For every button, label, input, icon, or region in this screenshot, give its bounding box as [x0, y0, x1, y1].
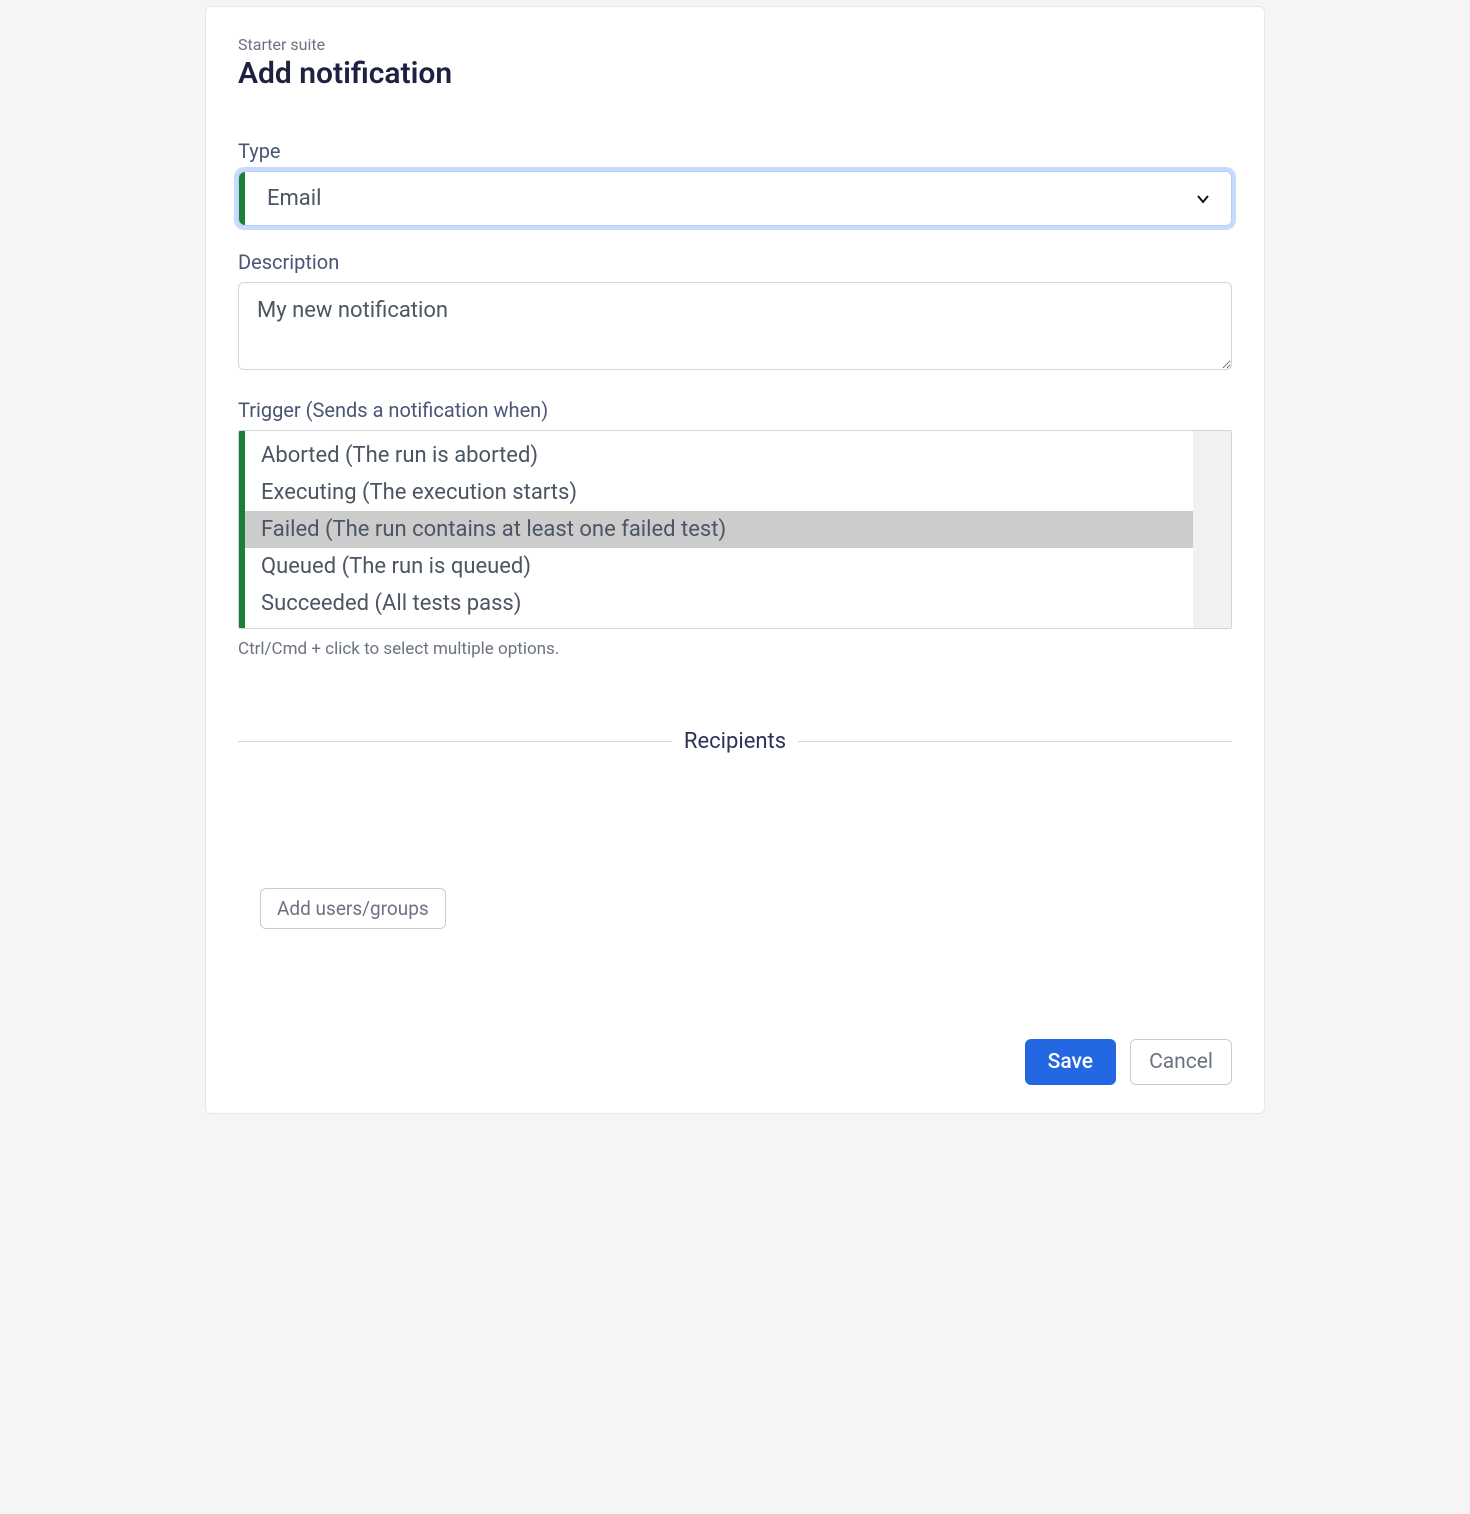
type-label: Type	[238, 139, 1232, 163]
trigger-option[interactable]: Queued (The run is queued)	[239, 548, 1193, 585]
scrollbar[interactable]	[1193, 431, 1231, 628]
trigger-option[interactable]: Failed (The run contains at least one fa…	[239, 511, 1193, 548]
save-button[interactable]: Save	[1025, 1039, 1116, 1085]
add-users-groups-button[interactable]: Add users/groups	[260, 888, 446, 929]
type-select-value: Email	[267, 186, 321, 211]
description-group: Description	[238, 250, 1232, 374]
footer-actions: Save Cancel	[238, 1039, 1232, 1085]
recipients-divider: Recipients	[238, 729, 1232, 754]
type-select[interactable]: Email	[238, 171, 1232, 226]
trigger-helper-text: Ctrl/Cmd + click to select multiple opti…	[238, 639, 1232, 659]
trigger-option[interactable]: Succeeded (All tests pass)	[239, 585, 1193, 622]
trigger-option[interactable]: Aborted (The run is aborted)	[239, 437, 1193, 474]
chevron-down-icon	[1195, 191, 1211, 207]
trigger-group: Trigger (Sends a notification when) Abor…	[238, 398, 1232, 659]
trigger-label: Trigger (Sends a notification when)	[238, 398, 1232, 422]
notification-form-card: Starter suite Add notification Type Emai…	[205, 6, 1265, 1114]
type-group: Type Email	[238, 139, 1232, 226]
breadcrumb: Starter suite	[238, 35, 1232, 54]
description-input[interactable]	[238, 282, 1232, 370]
recipients-body: Add users/groups	[238, 778, 1232, 929]
cancel-button[interactable]: Cancel	[1130, 1039, 1232, 1085]
recipients-heading: Recipients	[672, 729, 798, 754]
page-title: Add notification	[238, 56, 1232, 91]
trigger-option[interactable]: Executing (The execution starts)	[239, 474, 1193, 511]
description-label: Description	[238, 250, 1232, 274]
trigger-listbox[interactable]: Aborted (The run is aborted)Executing (T…	[238, 430, 1232, 629]
